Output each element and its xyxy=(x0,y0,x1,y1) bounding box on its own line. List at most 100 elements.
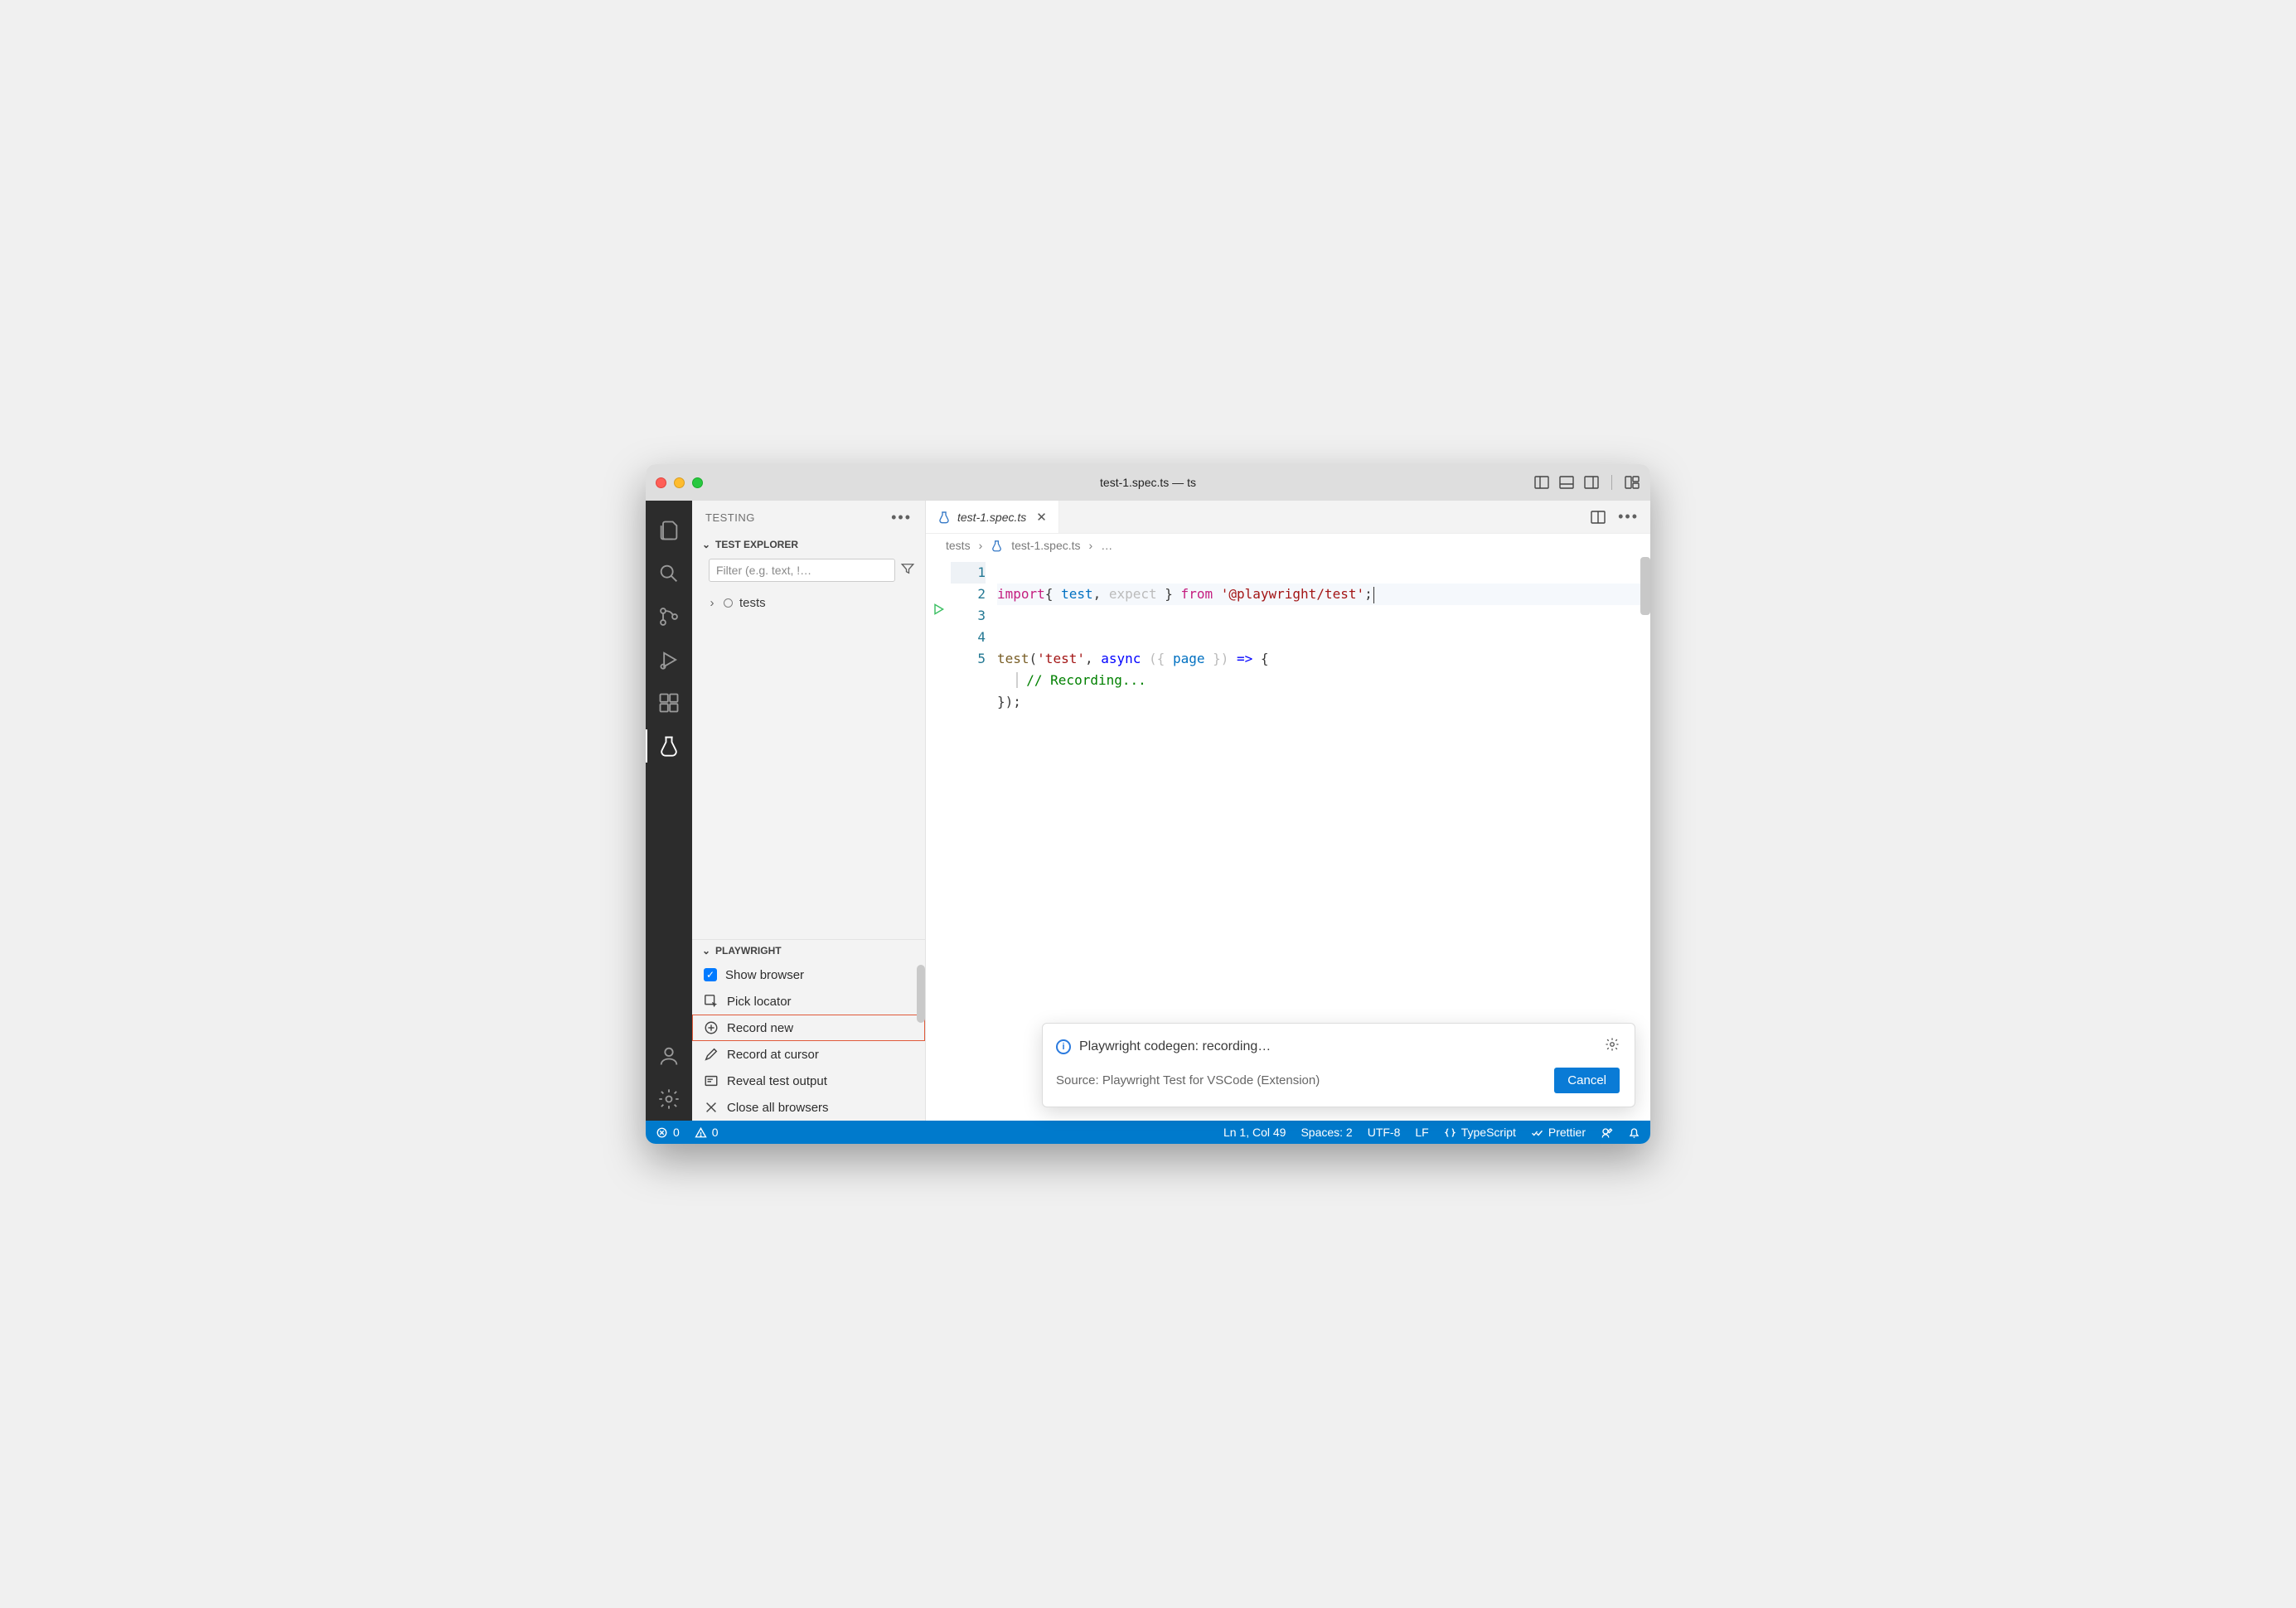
playwright-section[interactable]: ⌄ PLAYWRIGHT xyxy=(692,940,925,961)
cancel-button[interactable]: Cancel xyxy=(1554,1068,1620,1093)
minimap-scrollbar[interactable] xyxy=(1640,557,1650,615)
status-prettier[interactable]: Prettier xyxy=(1531,1126,1586,1139)
playwright-item-label: Pick locator xyxy=(727,995,792,1009)
layout-sidebar-left-icon[interactable] xyxy=(1533,474,1550,491)
run-gutter xyxy=(926,557,951,1121)
chevron-right-icon: › xyxy=(979,539,983,552)
playwright-show-browser[interactable]: ✓ Show browser xyxy=(692,961,925,988)
pencil-icon xyxy=(704,1047,719,1062)
inspect-icon xyxy=(704,994,719,1009)
playwright-item-label: Show browser xyxy=(725,968,804,982)
editor-tab[interactable]: test-1.spec.ts ✕ xyxy=(926,501,1059,533)
text-cursor xyxy=(1373,587,1374,603)
tree-item-label: tests xyxy=(739,596,766,610)
testing-activity[interactable] xyxy=(646,724,692,768)
crumb-folder[interactable]: tests xyxy=(946,539,971,552)
playwright-panel: ⌄ PLAYWRIGHT ✓ Show browser Pick locator xyxy=(692,939,925,1121)
notification-title: Playwright codegen: recording… xyxy=(1079,1039,1271,1054)
extensions-activity[interactable] xyxy=(646,681,692,724)
crumb-file[interactable]: test-1.spec.ts xyxy=(1011,539,1080,552)
status-bar: 0 0 Ln 1, Col 49 Spaces: 2 UTF-8 LF Type… xyxy=(646,1121,1650,1144)
line-number: 3 xyxy=(951,605,986,627)
notification-source: Source: Playwright Test for VSCode (Exte… xyxy=(1056,1073,1320,1087)
crumb-trail[interactable]: … xyxy=(1101,539,1112,552)
line-number: 2 xyxy=(951,584,986,605)
layout-panel-bottom-icon[interactable] xyxy=(1558,474,1575,491)
tab-close-icon[interactable]: ✕ xyxy=(1036,510,1047,525)
breadcrumbs[interactable]: tests › test-1.spec.ts › … xyxy=(926,534,1650,557)
plus-circle-icon xyxy=(704,1020,719,1035)
maximize-window-button[interactable] xyxy=(692,477,703,488)
status-errors[interactable]: 0 xyxy=(656,1126,680,1139)
titlebar-separator xyxy=(1611,475,1612,490)
source-control-activity[interactable] xyxy=(646,595,692,638)
chevron-right-icon: › xyxy=(707,596,717,610)
playwright-close-browsers[interactable]: Close all browsers xyxy=(692,1094,925,1121)
test-filter-input[interactable] xyxy=(709,559,895,582)
test-tree: › tests xyxy=(692,588,925,613)
playwright-item-label: Record new xyxy=(727,1021,793,1035)
window-title: test-1.spec.ts — ts xyxy=(646,476,1650,489)
status-language[interactable]: TypeScript xyxy=(1444,1126,1516,1139)
status-indentation[interactable]: Spaces: 2 xyxy=(1301,1126,1352,1139)
beaker-icon xyxy=(991,540,1003,552)
chevron-down-icon: ⌄ xyxy=(702,539,710,550)
title-bar: test-1.spec.ts — ts xyxy=(646,464,1650,501)
status-warnings[interactable]: 0 xyxy=(695,1126,719,1139)
customize-layout-icon[interactable] xyxy=(1624,474,1640,491)
playwright-item-label: Reveal test output xyxy=(727,1074,827,1088)
playwright-record-new[interactable]: Record new xyxy=(692,1015,925,1041)
chevron-down-icon: ⌄ xyxy=(702,945,710,957)
split-editor-icon[interactable] xyxy=(1590,509,1606,526)
settings-activity[interactable] xyxy=(646,1078,692,1121)
bell-icon xyxy=(1628,1126,1640,1139)
info-icon: i xyxy=(1056,1039,1071,1054)
filter-icon[interactable] xyxy=(900,561,915,580)
braces-icon xyxy=(1444,1126,1456,1139)
error-icon xyxy=(656,1126,668,1139)
window-controls xyxy=(656,477,703,488)
playwright-reveal-output[interactable]: Reveal test output xyxy=(692,1068,925,1094)
search-activity[interactable] xyxy=(646,552,692,595)
testing-sidebar: TESTING ••• ⌄ TEST EXPLORER › tests xyxy=(692,501,926,1121)
editor-area: test-1.spec.ts ✕ ••• tests › test-1.spec… xyxy=(926,501,1650,1121)
status-encoding[interactable]: UTF-8 xyxy=(1368,1126,1401,1139)
activity-bar xyxy=(646,501,692,1121)
layout-sidebar-right-icon[interactable] xyxy=(1583,474,1600,491)
test-explorer-section[interactable]: ⌄ TEST EXPLORER xyxy=(692,534,925,555)
sidebar-scrollbar[interactable] xyxy=(917,965,925,1023)
minimize-window-button[interactable] xyxy=(674,477,685,488)
accounts-activity[interactable] xyxy=(646,1034,692,1078)
sidebar-more-icon[interactable]: ••• xyxy=(891,509,912,526)
status-notifications[interactable] xyxy=(1628,1126,1640,1139)
test-explorer-label: TEST EXPLORER xyxy=(715,539,798,550)
playwright-record-at-cursor[interactable]: Record at cursor xyxy=(692,1041,925,1068)
close-window-button[interactable] xyxy=(656,477,666,488)
double-check-icon xyxy=(1531,1126,1543,1139)
feedback-icon xyxy=(1601,1126,1613,1139)
run-debug-activity[interactable] xyxy=(646,638,692,681)
gear-icon[interactable] xyxy=(1605,1037,1620,1056)
editor-tabs: test-1.spec.ts ✕ ••• xyxy=(926,501,1650,534)
playwright-label: PLAYWRIGHT xyxy=(715,945,782,957)
status-cursor-position[interactable]: Ln 1, Col 49 xyxy=(1223,1126,1286,1139)
checkbox-checked-icon[interactable]: ✓ xyxy=(704,968,717,981)
close-icon xyxy=(704,1100,719,1115)
status-feedback[interactable] xyxy=(1601,1126,1613,1139)
sidebar-title: TESTING xyxy=(705,511,755,524)
status-eol[interactable]: LF xyxy=(1415,1126,1428,1139)
editor-more-icon[interactable]: ••• xyxy=(1618,508,1639,526)
explorer-activity[interactable] xyxy=(646,509,692,552)
playwright-item-label: Close all browsers xyxy=(727,1101,829,1115)
playwright-item-label: Record at cursor xyxy=(727,1048,819,1062)
line-number: 5 xyxy=(951,648,986,670)
chevron-right-icon: › xyxy=(1089,539,1093,552)
play-icon[interactable] xyxy=(932,603,945,616)
playwright-pick-locator[interactable]: Pick locator xyxy=(692,988,925,1015)
tree-item-tests[interactable]: › tests xyxy=(707,592,925,613)
notification-toast: i Playwright codegen: recording… Source:… xyxy=(1042,1023,1635,1107)
line-numbers: 1 2 3 4 5 xyxy=(951,557,997,1121)
line-number: 1 xyxy=(951,562,986,584)
warning-icon xyxy=(695,1126,707,1139)
output-icon xyxy=(704,1073,719,1088)
